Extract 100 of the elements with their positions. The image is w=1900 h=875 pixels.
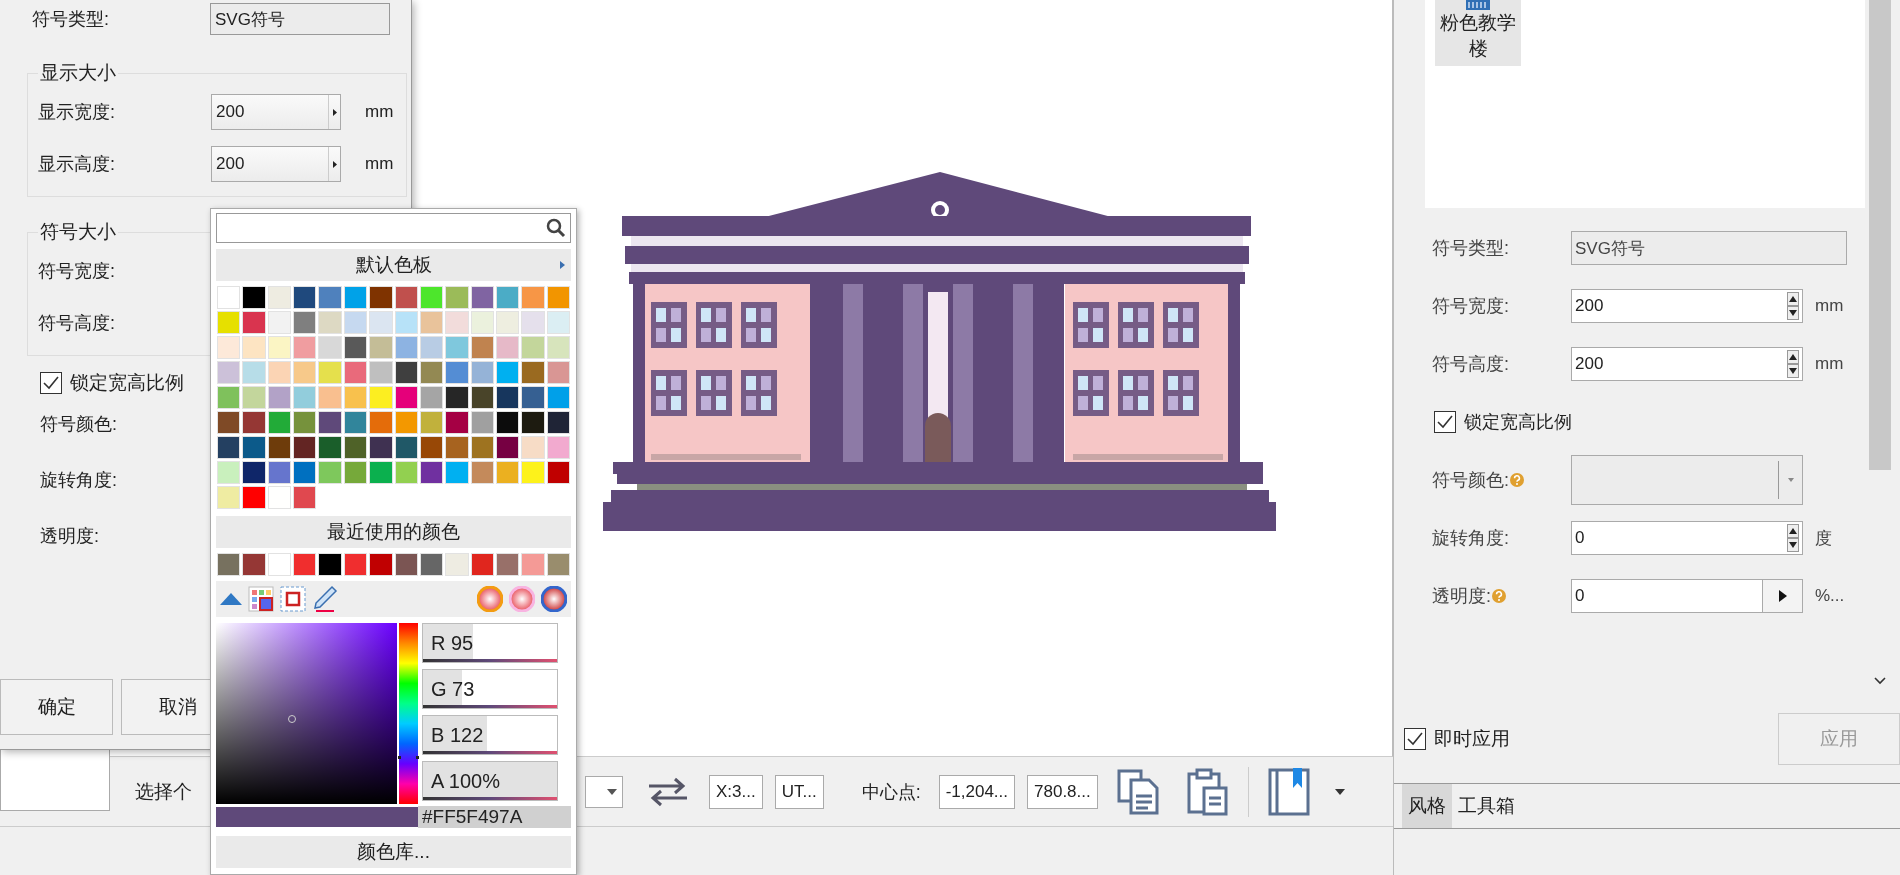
hex-value[interactable]: #FF5F497A xyxy=(418,806,571,828)
color-swatch[interactable] xyxy=(317,385,343,410)
color-swatch[interactable] xyxy=(494,310,521,335)
color-swatch[interactable] xyxy=(266,310,293,335)
copy-icon[interactable] xyxy=(1115,767,1160,816)
color-swatch[interactable] xyxy=(292,552,318,577)
dialog-button[interactable]: 确定 xyxy=(0,679,113,735)
color-swatch[interactable] xyxy=(469,360,495,385)
color-swatch[interactable] xyxy=(317,310,343,335)
color-swatch[interactable] xyxy=(545,385,571,410)
color-swatch[interactable] xyxy=(520,552,546,577)
number-input[interactable]: 200 xyxy=(1571,347,1803,381)
color-swatch[interactable] xyxy=(216,335,242,360)
color-swatch[interactable] xyxy=(520,335,546,360)
color-swatch[interactable] xyxy=(317,460,343,485)
color-swatch[interactable] xyxy=(520,285,546,310)
color-swatch[interactable] xyxy=(545,285,571,310)
color-swatch[interactable] xyxy=(520,410,546,435)
color-swatch[interactable] xyxy=(494,552,521,577)
color-swatch[interactable] xyxy=(216,385,242,410)
color-swatch[interactable] xyxy=(368,552,394,577)
color-swatch[interactable] xyxy=(520,385,546,410)
channel-field[interactable]: G 73 xyxy=(422,669,558,709)
color-swatch[interactable] xyxy=(317,335,343,360)
help-icon[interactable] xyxy=(1492,589,1506,603)
spinner-buttons[interactable] xyxy=(1787,292,1799,320)
hue-slider[interactable] xyxy=(399,623,418,804)
color-swatch[interactable] xyxy=(292,360,318,385)
color-swatch[interactable] xyxy=(418,435,445,460)
color-swatch[interactable] xyxy=(393,285,419,310)
palette-grid-icon[interactable] xyxy=(248,586,274,612)
color-swatch[interactable] xyxy=(241,435,267,460)
color-gradient-square[interactable] xyxy=(216,623,397,804)
chevron-right-icon[interactable] xyxy=(560,261,565,269)
color-swatch[interactable] xyxy=(444,335,470,360)
search-icon[interactable] xyxy=(546,218,566,238)
color-swatch[interactable] xyxy=(241,485,267,510)
color-swatch[interactable] xyxy=(520,460,546,485)
color-swatch[interactable] xyxy=(393,310,419,335)
color-swatch[interactable] xyxy=(494,285,521,310)
tab[interactable]: 风格 xyxy=(1402,784,1452,828)
color-swatch[interactable] xyxy=(469,435,495,460)
color-swatch[interactable] xyxy=(545,310,571,335)
color-swatch[interactable] xyxy=(342,410,369,435)
color-swatch[interactable] xyxy=(418,285,445,310)
bookmark-icon[interactable] xyxy=(1266,766,1311,817)
color-swatch[interactable] xyxy=(393,335,419,360)
number-input[interactable]: 200 xyxy=(1571,289,1803,323)
checkbox[interactable] xyxy=(1404,728,1426,750)
color-swatch[interactable] xyxy=(368,435,394,460)
color-swatch[interactable] xyxy=(342,435,369,460)
color-swatch[interactable] xyxy=(368,335,394,360)
color-library-button[interactable]: 颜色库... xyxy=(216,836,571,868)
color-swatch[interactable] xyxy=(469,410,495,435)
color-swatch[interactable] xyxy=(393,552,419,577)
color-swatch[interactable] xyxy=(317,435,343,460)
color-swatch[interactable] xyxy=(545,335,571,360)
color-swatch[interactable] xyxy=(469,385,495,410)
color-swatch[interactable] xyxy=(444,360,470,385)
color-swatch[interactable] xyxy=(393,360,419,385)
color-swatch[interactable] xyxy=(520,360,546,385)
color-swatch[interactable] xyxy=(368,385,394,410)
color-swatch[interactable] xyxy=(494,360,521,385)
color-swatch[interactable] xyxy=(266,385,293,410)
color-swatch[interactable] xyxy=(266,285,293,310)
color-swatch[interactable] xyxy=(317,410,343,435)
color-swatch[interactable] xyxy=(469,335,495,360)
color-swatch[interactable] xyxy=(266,552,293,577)
color-swatch[interactable] xyxy=(292,285,318,310)
color-swatch[interactable] xyxy=(241,360,267,385)
color-swatch[interactable] xyxy=(266,485,293,510)
color-swatch[interactable] xyxy=(342,552,369,577)
color-swatch[interactable] xyxy=(216,360,242,385)
color-swatch[interactable] xyxy=(520,310,546,335)
checkbox[interactable] xyxy=(40,372,62,394)
color-swatch[interactable] xyxy=(418,460,445,485)
color-swatch[interactable] xyxy=(216,485,242,510)
color-swatch[interactable] xyxy=(368,310,394,335)
color-swatch[interactable] xyxy=(241,385,267,410)
color-swatch[interactable] xyxy=(444,552,470,577)
color-swatch[interactable] xyxy=(317,552,343,577)
color-swatch[interactable] xyxy=(469,285,495,310)
number-input[interactable]: 200 xyxy=(211,146,341,182)
color-swatch[interactable] xyxy=(469,310,495,335)
color-swatch[interactable] xyxy=(368,410,394,435)
color-swatch[interactable] xyxy=(241,410,267,435)
color-swatch[interactable] xyxy=(368,360,394,385)
center-x-field[interactable]: -1,204... xyxy=(938,774,1016,809)
color-swatch[interactable] xyxy=(342,460,369,485)
chevron-down-icon[interactable] xyxy=(1874,677,1886,685)
color-swatch[interactable] xyxy=(266,435,293,460)
color-swatch[interactable] xyxy=(292,335,318,360)
color-swatch[interactable] xyxy=(418,360,445,385)
color-swatch[interactable] xyxy=(241,285,267,310)
color-swatch[interactable] xyxy=(317,360,343,385)
color-swatch[interactable] xyxy=(292,485,318,510)
color-swatch[interactable] xyxy=(418,552,445,577)
color-swatch[interactable] xyxy=(393,435,419,460)
color-swatch[interactable] xyxy=(520,435,546,460)
color-swatch[interactable] xyxy=(494,460,521,485)
